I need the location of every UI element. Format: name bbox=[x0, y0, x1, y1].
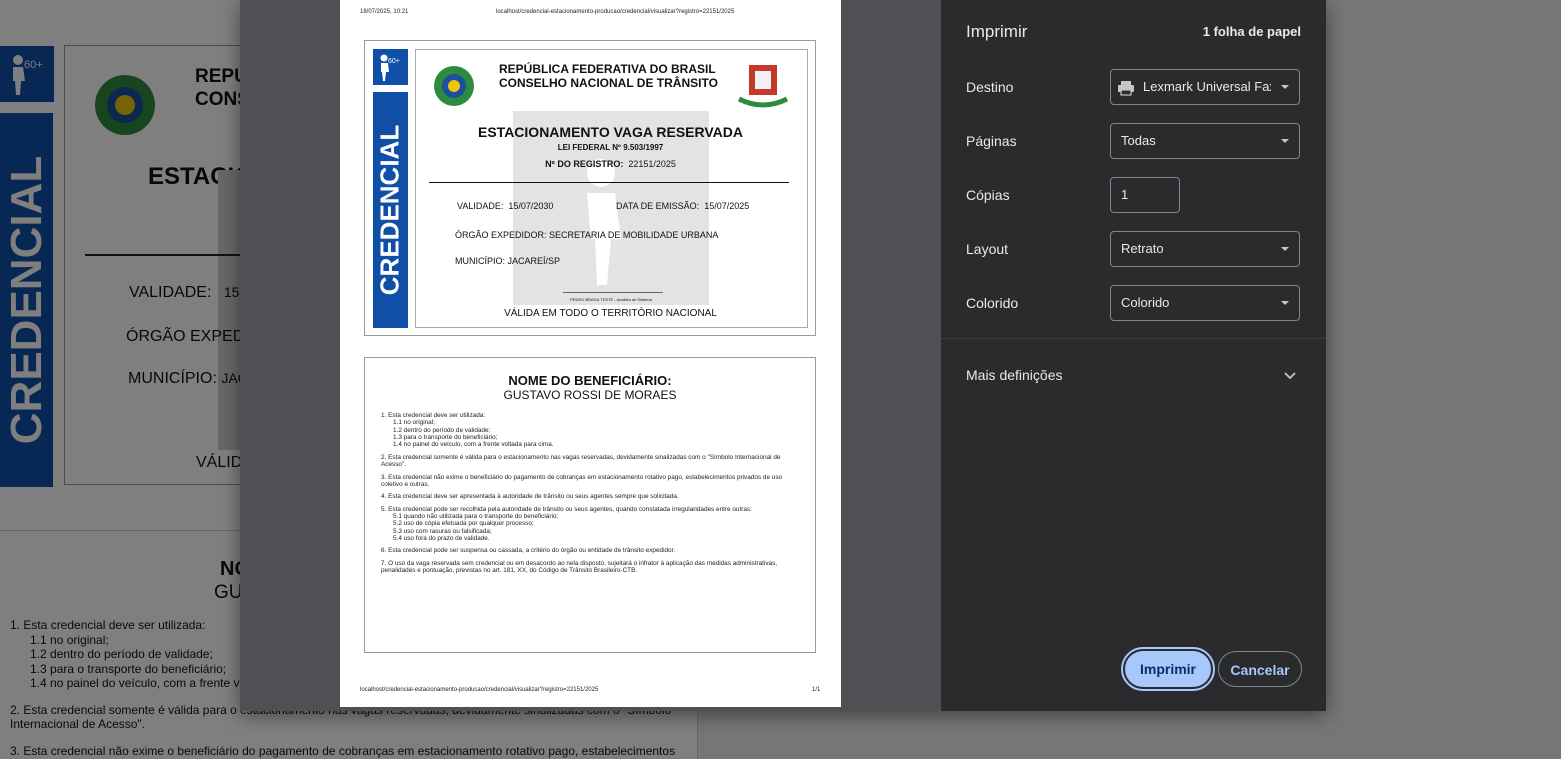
rule-item: 6. Esta credencial pode ser suspensa ou … bbox=[381, 547, 676, 555]
dialog-title: Imprimir bbox=[966, 22, 1028, 41]
print-button-label: Imprimir bbox=[1139, 661, 1196, 677]
print-button[interactable]: Imprimir bbox=[1121, 647, 1215, 691]
signature-caption: PEDRO BRAGA TESTE - Analista de Sistema bbox=[570, 297, 652, 302]
rules-list: 1. Esta credencial deve ser utilizada: 1.… bbox=[381, 412, 801, 574]
chevron-down-icon bbox=[1281, 139, 1289, 143]
law-reference: LEI FEDERAL Nº 9.503/1997 bbox=[557, 143, 664, 152]
pages-value: Todas bbox=[1121, 133, 1156, 148]
copies-input[interactable]: 1 bbox=[1110, 177, 1180, 213]
print-settings-panel: Imprimir 1 folha de papel Destino Lexmar… bbox=[941, 0, 1326, 711]
chevron-down-icon bbox=[1281, 85, 1289, 89]
rule-item: 2. Esta credencial somente é válida para… bbox=[381, 453, 781, 469]
rule-item: 5.1 quando não utilizada para o transpor… bbox=[393, 512, 559, 520]
copies-value: 1 bbox=[1121, 187, 1129, 202]
chevron-down-icon bbox=[1284, 372, 1296, 380]
chevron-down-icon bbox=[1281, 301, 1289, 305]
rule-item: 1.2 dentro do período de validade; bbox=[393, 426, 491, 434]
title-divider bbox=[429, 182, 789, 183]
rule-item: 4. Esta credencial deve ser apresentada … bbox=[381, 493, 679, 501]
city-line: MUNICÍPIO: JACAREÍ/SP bbox=[455, 256, 561, 266]
destination-select[interactable]: Lexmark Universal Fax ( bbox=[1110, 69, 1300, 105]
credential-card: 60+ CREDENCIAL REPÚBLICA FEDERATIVA DO B… bbox=[364, 40, 816, 336]
cancel-button-label: Cancelar bbox=[1230, 662, 1290, 678]
color-select[interactable]: Colorido bbox=[1110, 285, 1300, 321]
pages-select[interactable]: Todas bbox=[1110, 123, 1300, 159]
print-preview-area[interactable]: 18/07/2025, 10:21 localhost/credencial-e… bbox=[240, 0, 941, 711]
destination-label: Destino bbox=[966, 79, 1014, 95]
rule-item: 5.4 uso fora do prazo de validade. bbox=[393, 535, 490, 543]
layout-select[interactable]: Retrato bbox=[1110, 231, 1300, 267]
copies-label: Cópias bbox=[966, 187, 1010, 203]
chevron-down-icon bbox=[1281, 247, 1289, 251]
rule-item: 1. Esta credencial deve ser utilizada: bbox=[381, 412, 486, 419]
more-settings-toggle[interactable]: Mais definições bbox=[941, 355, 1326, 395]
layout-label: Layout bbox=[966, 241, 1009, 257]
rule-item: 1.3 para o transporte do beneficiário; bbox=[393, 434, 498, 442]
destination-value: Lexmark Universal Fax ( bbox=[1143, 79, 1271, 94]
print-footer-page: 1/1 bbox=[812, 687, 821, 693]
rule-item: 1.1 no original; bbox=[393, 419, 435, 427]
signature-line bbox=[563, 292, 663, 293]
rule-item: 5.3 uso com rasuras ou falsificada; bbox=[393, 527, 492, 535]
rule-item: 7. O uso da vaga reservada sem credencia… bbox=[381, 559, 778, 575]
color-value: Colorido bbox=[1121, 295, 1170, 310]
rule-item: 1.4 no painel do veículo, com a frente v… bbox=[393, 441, 554, 449]
city-coat-of-arms bbox=[735, 59, 791, 116]
print-header-date: 18/07/2025, 10:21 bbox=[360, 9, 409, 15]
cancel-button[interactable]: Cancelar bbox=[1218, 651, 1302, 687]
preview-page: 18/07/2025, 10:21 localhost/credencial-e… bbox=[340, 0, 841, 707]
print-footer-url: localhost/credencial-estacionamento-prod… bbox=[360, 687, 599, 693]
print-dialog: 18/07/2025, 10:21 localhost/credencial-e… bbox=[240, 0, 1326, 711]
rule-item: 5.2 uso de cópia efetuada por qualquer p… bbox=[393, 520, 534, 528]
registry-line: Nº DO REGISTRO: 22151/2025 bbox=[545, 159, 676, 169]
badge-60plus: 60+ bbox=[373, 49, 408, 85]
printer-icon bbox=[1118, 81, 1134, 96]
council-title: CONSELHO NACIONAL DE TRÂNSITO bbox=[499, 76, 718, 90]
layout-value: Retrato bbox=[1121, 241, 1164, 256]
validity-line: VALIDADE: 15/07/2030 bbox=[457, 201, 554, 211]
color-label: Colorido bbox=[966, 295, 1019, 311]
beneficiary-card: NOME DO BENEFICIÁRIO: GUSTAVO ROSSI DE M… bbox=[364, 357, 816, 653]
pages-label: Páginas bbox=[966, 133, 1017, 149]
credential-side-band: CREDENCIAL bbox=[373, 92, 408, 328]
elderly-person-icon: 60+ bbox=[380, 54, 400, 81]
settings-divider bbox=[941, 338, 1326, 339]
issue-date-line: DATA DE EMISSÃO: 15/07/2025 bbox=[616, 201, 750, 211]
beneficiary-label: NOME DO BENEFICIÁRIO: bbox=[508, 373, 672, 388]
credential-title: ESTACIONAMENTO VAGA RESERVADA bbox=[478, 124, 743, 140]
sheet-count: 1 folha de papel bbox=[1202, 24, 1301, 39]
more-settings-label: Mais definições bbox=[966, 367, 1063, 383]
brazil-coat-of-arms bbox=[431, 63, 477, 114]
organ-line: ÓRGÃO EXPEDIDOR: SECRETARIA DE MOBILIDAD… bbox=[455, 230, 719, 240]
republic-title: REPÚBLICA FEDERATIVA DO BRASIL bbox=[499, 62, 716, 76]
valid-everywhere: VÁLIDA EM TODO O TERRITÓRIO NACIONAL bbox=[504, 308, 717, 319]
svg-text:60+: 60+ bbox=[388, 58, 400, 65]
print-header-url: localhost/credencial-estacionamento-prod… bbox=[496, 9, 735, 15]
rule-item: 5. Esta credencial pode ser recolhida pe… bbox=[381, 505, 752, 513]
side-label: CREDENCIAL bbox=[374, 124, 405, 296]
beneficiary-name: GUSTAVO ROSSI DE MORAES bbox=[503, 388, 677, 402]
rule-item: 3. Esta credencial não exime o beneficiá… bbox=[381, 473, 783, 488]
